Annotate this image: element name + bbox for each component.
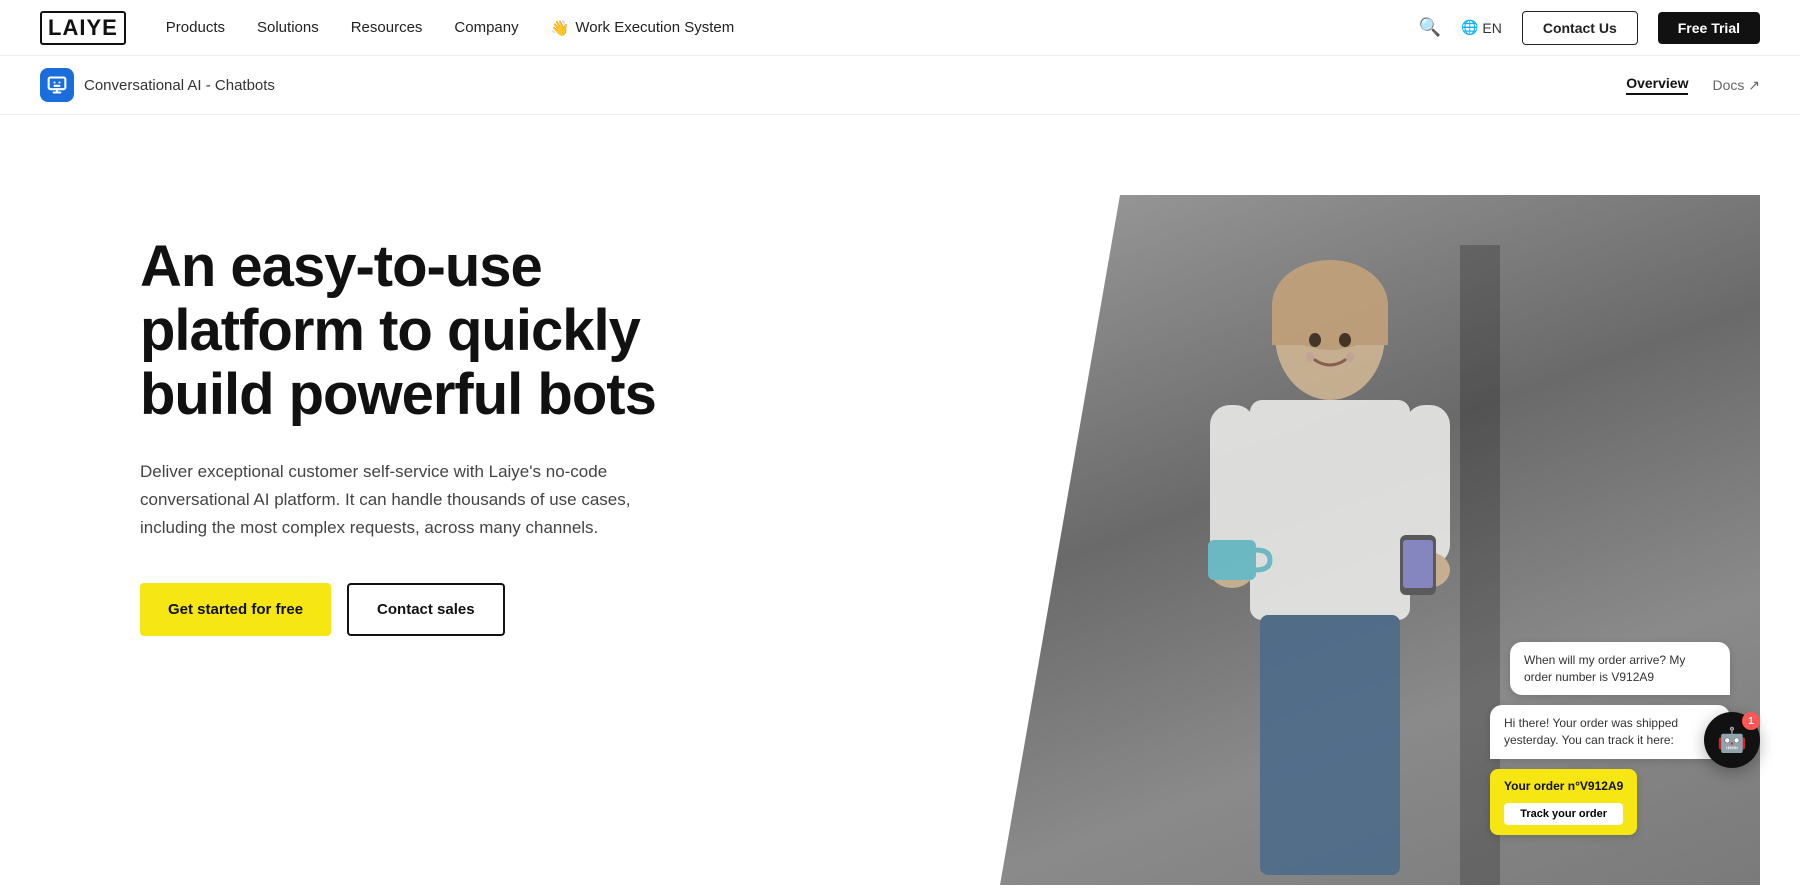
subheader-right: Overview Docs ↗	[1626, 75, 1760, 95]
subheader-left: Conversational AI - Chatbots	[40, 68, 275, 102]
hero-buttons: Get started for free Contact sales	[140, 583, 700, 636]
nav-work-execution-label: Work Execution System	[575, 19, 734, 36]
hero-left: An easy-to-use platform to quickly build…	[140, 195, 700, 636]
order-card: Your order n°V912A9 Track your order	[1490, 769, 1637, 835]
bot-chat-bubble: Hi there! Your order was shipped yesterd…	[1490, 705, 1730, 759]
logo[interactable]: LAIYE	[40, 11, 126, 45]
hero-description: Deliver exceptional customer self-servic…	[140, 458, 640, 542]
chatbot-fab[interactable]: 1 🤖	[1704, 712, 1760, 768]
user-chat-bubble: When will my order arrive? My order numb…	[1510, 642, 1730, 696]
hand-icon: 👋	[551, 19, 570, 37]
track-order-button[interactable]: Track your order	[1504, 803, 1623, 825]
contact-sales-button[interactable]: Contact sales	[347, 583, 505, 636]
hero-section: An easy-to-use platform to quickly build…	[0, 115, 1800, 895]
chatbot-icon	[40, 68, 74, 102]
hero-right: When will my order arrive? My order numb…	[760, 195, 1760, 895]
order-card-title: Your order n°V912A9	[1504, 779, 1623, 793]
chatbot-badge: 1	[1742, 712, 1760, 730]
nav-link-company[interactable]: Company	[454, 19, 518, 36]
search-icon[interactable]: 🔍	[1419, 17, 1441, 38]
get-started-button[interactable]: Get started for free	[140, 583, 331, 636]
hero-person-image	[1160, 245, 1500, 885]
nav-link-products[interactable]: Products	[166, 19, 225, 36]
language-label: EN	[1482, 20, 1501, 36]
chat-overlay: When will my order arrive? My order numb…	[1490, 642, 1730, 835]
navbar: LAIYE Products Solutions Resources Compa…	[0, 0, 1800, 56]
logo-text: LAIYE	[40, 11, 126, 45]
nav-link-resources[interactable]: Resources	[351, 19, 423, 36]
subheader: Conversational AI - Chatbots Overview Do…	[0, 56, 1800, 115]
hero-title: An easy-to-use platform to quickly build…	[140, 235, 700, 426]
nav-links: Products Solutions Resources Company 👋 W…	[166, 19, 1419, 37]
language-selector[interactable]: 🌐 EN	[1461, 19, 1502, 36]
chatbot-fab-icon: 🤖	[1717, 726, 1747, 755]
subheader-title: Conversational AI - Chatbots	[84, 77, 275, 94]
contact-button[interactable]: Contact Us	[1522, 11, 1638, 45]
overview-link[interactable]: Overview	[1626, 75, 1688, 95]
docs-link[interactable]: Docs ↗	[1712, 77, 1760, 94]
nav-link-solutions[interactable]: Solutions	[257, 19, 319, 36]
free-trial-button[interactable]: Free Trial	[1658, 12, 1760, 44]
nav-work-execution[interactable]: 👋 Work Execution System	[551, 19, 735, 37]
globe-icon: 🌐	[1461, 19, 1478, 36]
nav-actions: 🔍 🌐 EN Contact Us Free Trial	[1419, 11, 1760, 45]
